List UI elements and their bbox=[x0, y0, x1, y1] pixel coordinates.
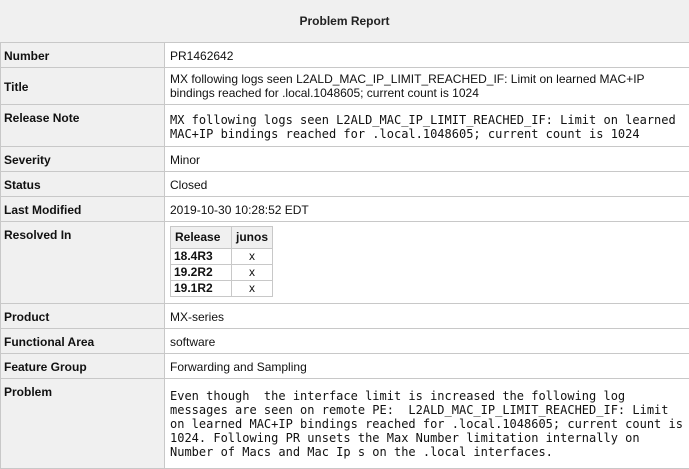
release-note-label: Release Note bbox=[1, 105, 165, 147]
row-product: Product MX-series bbox=[1, 304, 689, 329]
title-value: MX following logs seen L2ALD_MAC_IP_LIMI… bbox=[165, 68, 689, 105]
table-row: 18.4R3 x bbox=[171, 249, 273, 265]
product-value: MX-series bbox=[165, 304, 689, 329]
row-title: Title MX following logs seen L2ALD_MAC_I… bbox=[1, 68, 689, 105]
row-last-modified: Last Modified 2019-10-30 10:28:52 EDT bbox=[1, 197, 689, 222]
functional-area-label: Functional Area bbox=[1, 329, 165, 354]
release-name: 19.2R2 bbox=[171, 265, 232, 281]
row-resolved-in: Resolved In Release junos 18.4R3 x 19.2R… bbox=[1, 222, 689, 304]
row-release-note: Release Note MX following logs seen L2AL… bbox=[1, 105, 689, 147]
row-functional-area: Functional Area software bbox=[1, 329, 689, 354]
row-status: Status Closed bbox=[1, 172, 689, 197]
functional-area-value: software bbox=[165, 329, 689, 354]
feature-group-value: Forwarding and Sampling bbox=[165, 354, 689, 379]
table-row: 19.2R2 x bbox=[171, 265, 273, 281]
status-label: Status bbox=[1, 172, 165, 197]
release-name: 18.4R3 bbox=[171, 249, 232, 265]
row-problem: Problem Even though the interface limit … bbox=[1, 379, 689, 469]
junos-mark: x bbox=[232, 249, 273, 265]
problem-value: Even though the interface limit is incre… bbox=[165, 379, 689, 469]
number-value: PR1462642 bbox=[165, 43, 689, 68]
release-name: 19.1R2 bbox=[171, 281, 232, 297]
product-label: Product bbox=[1, 304, 165, 329]
last-modified-value: 2019-10-30 10:28:52 EDT bbox=[165, 197, 689, 222]
junos-column-header: junos bbox=[232, 227, 273, 249]
junos-mark: x bbox=[232, 265, 273, 281]
row-severity: Severity Minor bbox=[1, 147, 689, 172]
resolved-in-table: Release junos 18.4R3 x 19.2R2 x 19.1R2 x bbox=[170, 226, 273, 297]
problem-label: Problem bbox=[1, 379, 165, 469]
release-note-value: MX following logs seen L2ALD_MAC_IP_LIMI… bbox=[165, 105, 689, 147]
status-value: Closed bbox=[165, 172, 689, 197]
problem-report-table: Number PR1462642 Title MX following logs… bbox=[0, 42, 689, 469]
number-label: Number bbox=[1, 43, 165, 68]
row-number: Number PR1462642 bbox=[1, 43, 689, 68]
row-feature-group: Feature Group Forwarding and Sampling bbox=[1, 354, 689, 379]
title-label: Title bbox=[1, 68, 165, 105]
last-modified-label: Last Modified bbox=[1, 197, 165, 222]
resolved-in-header: Release junos bbox=[171, 227, 273, 249]
page-title: Problem Report bbox=[0, 0, 689, 43]
resolved-in-cell: Release junos 18.4R3 x 19.2R2 x 19.1R2 x bbox=[165, 222, 689, 304]
resolved-in-label: Resolved In bbox=[1, 222, 165, 304]
junos-mark: x bbox=[232, 281, 273, 297]
table-row: 19.1R2 x bbox=[171, 281, 273, 297]
release-column-header: Release bbox=[171, 227, 232, 249]
severity-label: Severity bbox=[1, 147, 165, 172]
severity-value: Minor bbox=[165, 147, 689, 172]
feature-group-label: Feature Group bbox=[1, 354, 165, 379]
